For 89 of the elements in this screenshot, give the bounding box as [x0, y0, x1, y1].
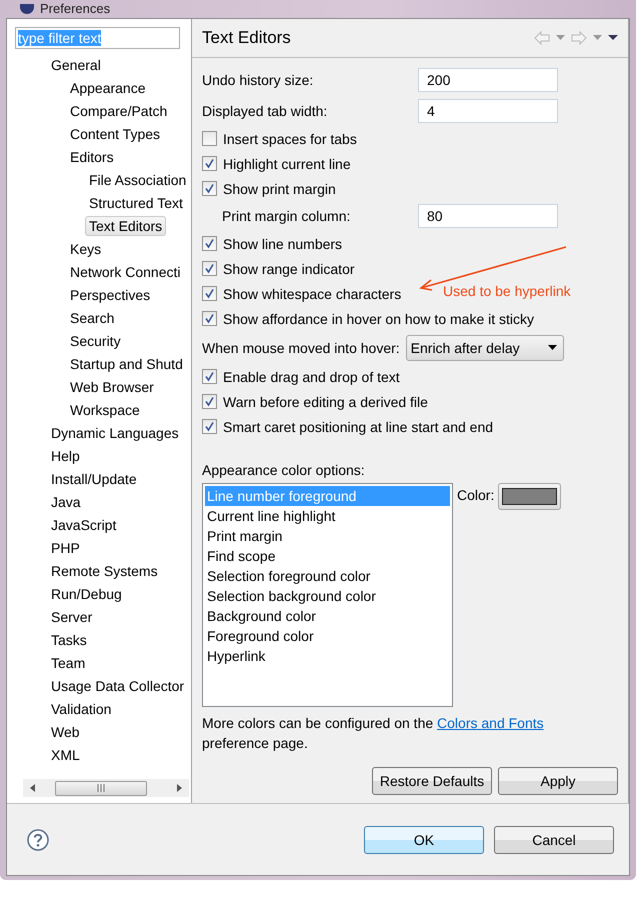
tree-item[interactable]: Startup and Shutd: [66, 354, 187, 374]
checkbox[interactable]: [202, 261, 217, 276]
colors-and-fonts-link[interactable]: Colors and Fonts: [437, 715, 544, 731]
help-icon[interactable]: [27, 828, 49, 850]
list-item[interactable]: Foreground color: [205, 626, 450, 646]
scroll-left-icon[interactable]: [29, 783, 37, 793]
checkbox[interactable]: [202, 236, 217, 251]
scroll-right-icon[interactable]: [175, 783, 183, 793]
checkbox[interactable]: [202, 419, 217, 434]
checkbox-label[interactable]: Show print margin: [223, 180, 336, 196]
view-menu-icon[interactable]: [608, 35, 618, 41]
color-options-list[interactable]: Line number foreground Current line highlight Print margin Find scope Selection foreground color Selection background color Background color Foreground color Hyperlink: [202, 483, 453, 707]
checkbox[interactable]: [202, 286, 217, 301]
tree-item[interactable]: Workspace: [66, 400, 144, 420]
tree-item[interactable]: Editors: [66, 146, 118, 166]
tree-item[interactable]: Run/Debug: [47, 584, 126, 604]
checkbox-label[interactable]: Smart caret positioning at line start and end: [223, 418, 494, 434]
checkbox[interactable]: [202, 181, 217, 196]
scroll-thumb[interactable]: [55, 780, 147, 796]
tree-item[interactable]: Text Editors: [85, 216, 166, 236]
checkbox[interactable]: [202, 369, 217, 384]
checkbox-label[interactable]: Show range indicator: [223, 260, 355, 276]
tree-item[interactable]: Tasks: [47, 630, 91, 650]
app-icon: [20, 4, 34, 14]
section-label: Appearance color options:: [202, 462, 366, 480]
tree-item[interactable]: Security: [66, 330, 125, 350]
tree-item[interactable]: Help: [47, 446, 84, 466]
apply-button[interactable]: Apply: [498, 767, 618, 795]
tree-item[interactable]: General: [47, 54, 105, 74]
list-item[interactable]: Hyperlink: [205, 646, 450, 666]
checkbox-label[interactable]: Show whitespace characters: [223, 286, 402, 302]
text-field[interactable]: 80: [418, 204, 558, 228]
tree-item[interactable]: Compare/Patch: [66, 100, 172, 120]
checkbox-label[interactable]: Show line numbers: [223, 236, 342, 252]
tree-item[interactable]: Usage Data Collector: [47, 676, 188, 696]
list-item[interactable]: Find scope: [205, 546, 450, 566]
field-label: Undo history size:: [202, 72, 314, 88]
restore-defaults-button[interactable]: Restore Defaults: [372, 767, 492, 795]
tree-item[interactable]: Java: [47, 492, 85, 512]
list-item[interactable]: Print margin: [205, 526, 450, 546]
tree-item[interactable]: Web: [47, 722, 84, 742]
tree-item[interactable]: XML: [47, 744, 84, 764]
list-item[interactable]: Current line highlight: [205, 506, 450, 526]
checkbox[interactable]: [202, 311, 217, 326]
field-label: When mouse moved into hover:: [202, 340, 400, 356]
checkbox-label[interactable]: Highlight current line: [223, 156, 351, 172]
checkbox-label[interactable]: Insert spaces for tabs: [223, 130, 357, 146]
tree-item[interactable]: Perspectives: [66, 284, 154, 304]
tree-item[interactable]: File Association: [85, 170, 190, 190]
tree-item[interactable]: Server: [47, 606, 96, 626]
dropdown-arrow-icon: [548, 345, 557, 350]
checkbox-label[interactable]: Show affordance in hover on how to make it sticky: [223, 310, 534, 326]
tree-item[interactable]: Validation: [47, 698, 116, 718]
color-label: Color:: [457, 487, 494, 503]
color-button[interactable]: [498, 483, 562, 510]
tree-item[interactable]: JavaScript: [47, 514, 120, 534]
tree-item[interactable]: Install/Update: [47, 468, 141, 488]
ok-button[interactable]: OK: [364, 826, 484, 854]
window-title: Preferences: [40, 2, 110, 16]
dropdown[interactable]: Enrich after delay: [406, 334, 564, 360]
field-label: Print margin column:: [222, 208, 350, 224]
grip-icon: [97, 784, 105, 792]
checkbox[interactable]: [202, 394, 217, 409]
cancel-button[interactable]: Cancel: [494, 826, 614, 854]
checkbox-label[interactable]: Warn before editing a derived file: [223, 394, 428, 410]
text-field[interactable]: 200: [418, 68, 558, 92]
tree-item[interactable]: Structured Text: [85, 192, 187, 212]
annotation-text: Used to be hyperlink: [443, 283, 571, 299]
checkbox-label[interactable]: Enable drag and drop of text: [223, 368, 400, 384]
tree-item[interactable]: Remote Systems: [47, 560, 162, 580]
tree-item[interactable]: Content Types: [66, 124, 164, 144]
tree-item[interactable]: Keys: [66, 238, 106, 258]
tree-item[interactable]: Dynamic Languages: [47, 422, 183, 442]
info-text: More colors can be configured on the Colors and Fonts preference page.: [202, 714, 545, 753]
list-item[interactable]: Selection background color: [205, 586, 450, 606]
horizontal-scrollbar[interactable]: [23, 779, 189, 797]
tree-item[interactable]: Search: [66, 308, 118, 328]
checkbox[interactable]: [202, 131, 217, 146]
list-item[interactable]: Selection foreground color: [205, 566, 450, 586]
tree-item[interactable]: Appearance: [66, 78, 150, 98]
tree-item[interactable]: Network Connecti: [66, 262, 184, 282]
checkbox[interactable]: [202, 156, 217, 171]
field-label: Displayed tab width:: [202, 102, 328, 118]
tree-item[interactable]: PHP: [47, 538, 84, 558]
list-item[interactable]: Background color: [205, 606, 450, 626]
tree-item[interactable]: Team: [47, 652, 90, 672]
tree-item[interactable]: Web Browser: [66, 376, 158, 396]
page-title: Text Editors: [202, 28, 291, 48]
text-field[interactable]: 4: [418, 98, 558, 122]
